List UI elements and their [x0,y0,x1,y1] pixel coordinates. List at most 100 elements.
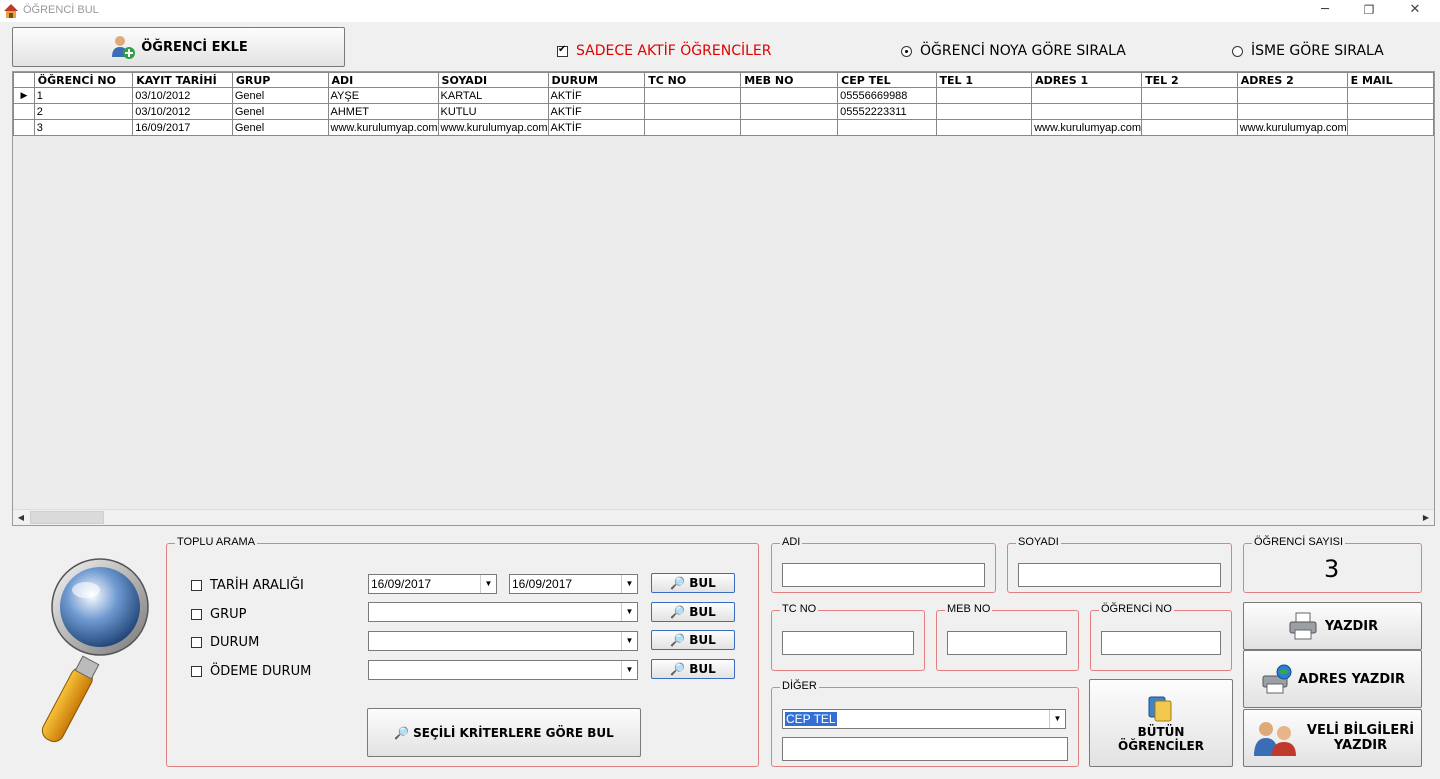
find-status-button[interactable]: 🔎 BUL [651,630,735,650]
table-cell[interactable] [644,87,742,104]
checkbox-box[interactable] [191,609,202,620]
row-selector[interactable] [13,103,35,120]
column-header[interactable]: TEL 1 [935,72,1033,88]
table-cell[interactable]: AYŞE [327,87,439,104]
horizontal-scrollbar[interactable]: ◀ ▶ [13,509,1434,525]
row-selector[interactable] [13,119,35,136]
table-cell[interactable]: AKTİF [547,103,646,120]
checkbox-box[interactable] [191,637,202,648]
chevron-down-icon[interactable]: ▼ [480,575,496,593]
column-header[interactable]: MEB NO [740,72,839,88]
group-select[interactable]: ▼ [368,602,638,622]
scroll-right-icon[interactable]: ▶ [1418,510,1434,525]
radio-dot[interactable] [901,45,912,57]
column-header[interactable]: TEL 2 [1141,72,1238,88]
chevron-down-icon[interactable]: ▼ [1049,710,1065,728]
date-from-picker[interactable]: 16/09/2017 ▼ [368,574,497,594]
surname-input[interactable] [1018,563,1221,587]
other-field-select[interactable]: CEP TEL ▼ [782,709,1066,729]
sort-by-name-radio[interactable]: İSME GÖRE SIRALA [1232,43,1384,59]
find-payment-button[interactable]: 🔎 BUL [651,659,735,679]
table-cell[interactable] [740,87,839,104]
table-cell[interactable] [1346,103,1434,120]
add-student-button[interactable]: ÖĞRENCİ EKLE [12,27,345,67]
table-cell[interactable]: KARTAL [437,87,549,104]
table-cell[interactable] [1346,119,1434,136]
table-cell[interactable] [1236,103,1348,120]
date-to-picker[interactable]: 16/09/2017 ▼ [509,574,638,594]
table-cell[interactable]: Genel [231,119,329,136]
close-button[interactable]: ✕ [1395,0,1435,22]
status-checkbox[interactable]: DURUM [191,635,259,650]
table-cell[interactable]: 16/09/2017 [132,119,233,136]
table-cell[interactable]: www.kurulumyap.com [1236,119,1348,136]
table-cell[interactable]: Genel [231,87,329,104]
other-value-input[interactable] [782,737,1068,761]
table-cell[interactable] [935,87,1033,104]
print-button[interactable]: YAZDIR [1243,602,1422,650]
payment-status-select[interactable]: ▼ [368,660,638,680]
column-header[interactable]: SOYADI [437,72,549,88]
table-cell[interactable] [1141,87,1238,104]
column-header[interactable]: ADI [327,72,439,88]
print-address-button[interactable]: ADRES YAZDIR [1243,650,1422,708]
column-header[interactable]: DURUM [547,72,646,88]
table-cell[interactable]: AHMET [327,103,439,120]
name-input[interactable] [782,563,985,587]
table-cell[interactable]: 05556669988 [837,87,937,104]
radio-dot[interactable] [1232,45,1243,57]
scrollbar-thumb[interactable] [30,511,104,524]
scroll-left-icon[interactable]: ◀ [13,510,29,525]
table-cell[interactable] [837,119,937,136]
find-date-button[interactable]: 🔎 BUL [651,573,735,593]
column-header[interactable]: ADRES 1 [1031,72,1143,88]
chevron-down-icon[interactable]: ▼ [621,661,637,679]
table-row[interactable]: 3 16/09/2017 Genel www.kurulumyap.com ww… [13,119,1434,136]
column-header[interactable]: ÖĞRENCİ NO [33,72,134,88]
find-by-selected-criteria-button[interactable]: 🔎 SEÇİLİ KRİTERLERE GÖRE BUL [367,708,641,757]
table-cell[interactable]: AKTİF [547,87,646,104]
column-header[interactable]: TC NO [644,72,742,88]
table-cell[interactable] [1031,87,1143,104]
current-row-arrow-icon[interactable]: ▶ [13,87,35,104]
column-header[interactable]: GRUP [231,72,329,88]
table-cell[interactable]: 03/10/2012 [132,103,233,120]
student-no-input[interactable] [1101,631,1221,655]
table-cell[interactable] [1141,103,1238,120]
checkbox-box[interactable] [191,666,202,677]
column-header[interactable]: KAYIT TARİHİ [132,72,233,88]
table-cell[interactable]: 2 [33,103,134,120]
table-cell[interactable] [644,103,742,120]
sort-by-no-radio[interactable]: ÖĞRENCİ NOYA GÖRE SIRALA [901,43,1126,59]
chevron-down-icon[interactable]: ▼ [621,575,637,593]
table-cell[interactable]: www.kurulumyap.com [437,119,549,136]
status-select[interactable]: ▼ [368,631,638,651]
table-cell[interactable] [1236,87,1348,104]
table-cell[interactable] [1141,119,1238,136]
table-cell[interactable]: Genel [231,103,329,120]
minimize-button[interactable]: ─ [1305,0,1345,22]
payment-status-checkbox[interactable]: ÖDEME DURUM [191,664,311,679]
table-row[interactable]: 2 03/10/2012 Genel AHMET KUTLU AKTİF 055… [13,103,1434,120]
checkbox-box[interactable] [191,580,202,591]
table-cell[interactable] [1031,103,1143,120]
chevron-down-icon[interactable]: ▼ [621,632,637,650]
tc-no-input[interactable] [782,631,914,655]
table-cell[interactable] [740,119,839,136]
column-header[interactable]: ADRES 2 [1236,72,1348,88]
checkbox-box[interactable] [557,44,568,57]
table-cell[interactable] [644,119,742,136]
only-active-checkbox[interactable]: SADECE AKTİF ÖĞRENCİLER [557,43,771,59]
table-cell[interactable]: KUTLU [437,103,549,120]
table-row[interactable]: ▶ 1 03/10/2012 Genel AYŞE KARTAL AKTİF 0… [13,87,1434,104]
table-cell[interactable]: AKTİF [547,119,646,136]
find-group-button[interactable]: 🔎 BUL [651,602,735,622]
students-grid[interactable]: ÖĞRENCİ NO KAYIT TARİHİ GRUP ADI SOYADI … [12,71,1435,526]
table-cell[interactable]: 03/10/2012 [132,87,233,104]
meb-no-input[interactable] [947,631,1067,655]
table-cell[interactable] [935,103,1033,120]
column-header[interactable]: CEP TEL [837,72,937,88]
group-checkbox[interactable]: GRUP [191,607,246,622]
table-cell[interactable]: www.kurulumyap.com [327,119,439,136]
date-range-checkbox[interactable]: TARİH ARALIĞI [191,578,304,593]
